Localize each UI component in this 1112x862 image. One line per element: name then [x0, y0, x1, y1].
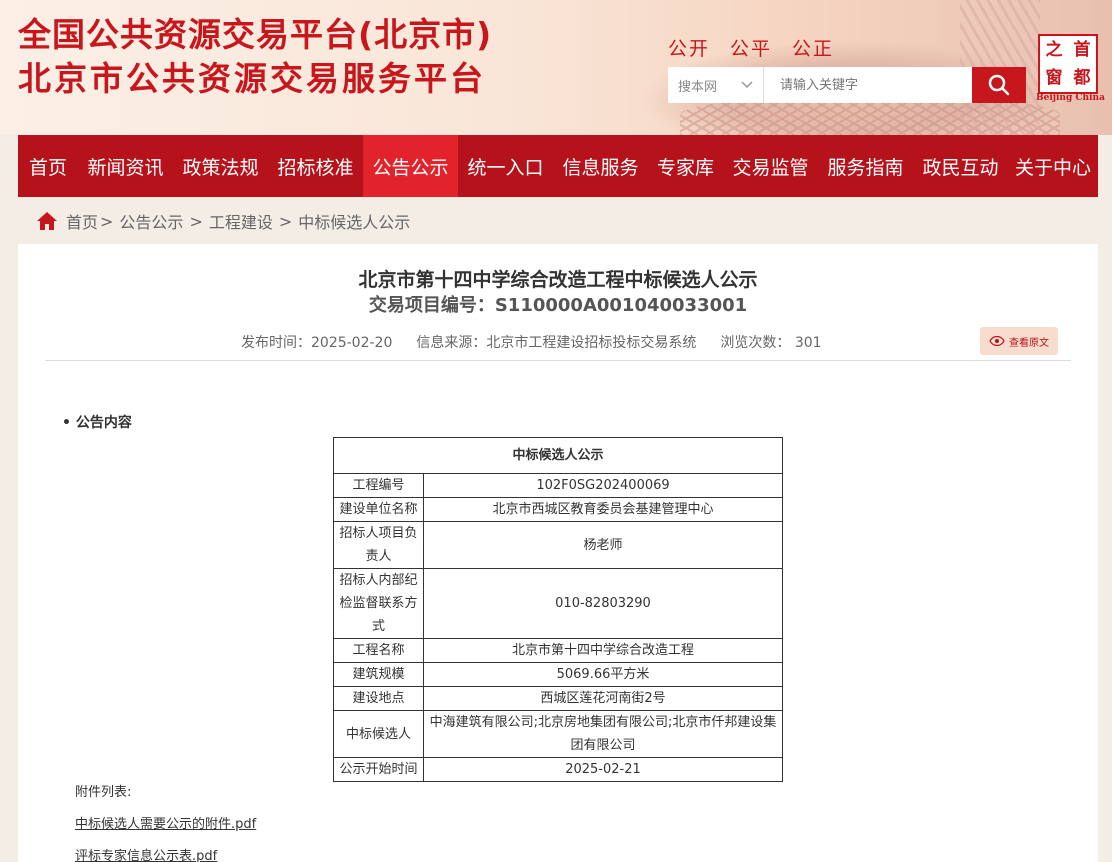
search-scope-select[interactable]: 搜本网 — [668, 67, 764, 103]
slogan-fair: 公平 — [730, 38, 773, 60]
row-value: 杨老师 — [423, 521, 783, 569]
nav-news[interactable]: 新闻资讯 — [78, 135, 173, 197]
logo-char: 窗 — [1045, 67, 1063, 88]
breadcrumb: 首页 > 公告公示 > 工程建设 > 中标候选人公示 — [36, 208, 410, 234]
nav-home[interactable]: 首页 — [18, 135, 78, 197]
main-nav: 首页 新闻资讯 政策法规 招标核准 公告公示 统一入口 信息服务 专家库 交易监… — [18, 135, 1098, 197]
site-header: 全国公共资源交易平台(北京市) 北京市公共资源交易服务平台 公开 公平 公正 搜… — [0, 0, 1112, 135]
nav-unified-entry[interactable]: 统一入口 — [458, 135, 553, 197]
home-icon[interactable] — [36, 211, 58, 231]
nav-approval[interactable]: 招标核准 — [268, 135, 363, 197]
article-panel: 北京市第十四中学综合改造工程中标候选人公示 交易项目编号：S110000A001… — [18, 244, 1098, 862]
row-value: 5069.66平方米 — [423, 662, 783, 687]
table-row: 中标候选人 中海建筑有限公司;北京房地集团有限公司;北京市仟邦建设集团有限公司 — [333, 710, 783, 758]
breadcrumb-sep: > — [100, 211, 114, 231]
view-original-label: 查看原文 — [1009, 337, 1049, 349]
row-value: 中海建筑有限公司;北京房地集团有限公司;北京市仟邦建设集团有限公司 — [423, 710, 783, 758]
row-value: 2025-02-21 — [423, 757, 783, 782]
search-bar: 搜本网 — [668, 67, 1026, 103]
row-value: 北京市西城区教育委员会基建管理中心 — [423, 497, 783, 522]
attachment-link[interactable]: 中标候选人需要公示的附件.pdf — [75, 813, 256, 832]
table-row: 招标人项目负责人 杨老师 — [333, 521, 783, 569]
row-value: 102F0SG202400069 — [423, 473, 783, 498]
row-key: 建筑规模 — [333, 662, 424, 687]
row-value: 010-82803290 — [423, 568, 783, 639]
nav-policy[interactable]: 政策法规 — [173, 135, 268, 197]
nav-announcements[interactable]: 公告公示 — [363, 135, 458, 197]
table-row: 工程编号 102F0SG202400069 — [333, 473, 783, 498]
row-key: 建设单位名称 — [333, 497, 424, 522]
logo-char: 都 — [1073, 67, 1091, 88]
candidate-table: 中标候选人公示 工程编号 102F0SG202400069 建设单位名称 北京市… — [333, 437, 783, 782]
row-key: 工程编号 — [333, 473, 424, 498]
logo-english: Beijing China — [1036, 93, 1105, 103]
search-button[interactable] — [972, 67, 1026, 103]
breadcrumb-announcements[interactable]: 公告公示 — [119, 209, 183, 233]
row-key: 招标人项目负责人 — [333, 521, 424, 569]
beijing-capital-window-logo[interactable]: 之 首 窗 都 — [1038, 34, 1098, 94]
nav-interaction[interactable]: 政民互动 — [913, 135, 1008, 197]
publish-time: 发布时间：2025-02-20 — [241, 335, 393, 351]
table-row: 建设地点 西城区莲花河南街2号 — [333, 686, 783, 711]
nav-expert-db[interactable]: 专家库 — [648, 135, 723, 197]
search-input[interactable] — [764, 67, 972, 103]
site-title-line1: 全国公共资源交易平台(北京市) — [18, 15, 493, 54]
nav-supervision[interactable]: 交易监管 — [723, 135, 818, 197]
table-header-row: 中标候选人公示 — [333, 437, 783, 474]
table-row: 工程名称 北京市第十四中学综合改造工程 — [333, 638, 783, 663]
search-scope-label: 搜本网 — [678, 79, 718, 95]
search-icon — [988, 74, 1010, 96]
breadcrumb-construction[interactable]: 工程建设 — [209, 209, 273, 233]
info-source: 信息来源：北京市工程建设招标投标交易系统 — [416, 335, 697, 351]
view-count: 浏览次数： 301 — [720, 335, 822, 351]
logo-char: 首 — [1073, 39, 1091, 60]
breadcrumb-sep: > — [278, 211, 293, 231]
section-label: • 公告内容 — [62, 415, 132, 431]
row-key: 中标候选人 — [333, 710, 424, 758]
row-value: 北京市第十四中学综合改造工程 — [423, 638, 783, 663]
slogan-open: 公开 — [668, 38, 711, 60]
article-meta: 发布时间：2025-02-20 信息来源：北京市工程建设招标投标交易系统 浏览次… — [241, 332, 822, 352]
logo-char: 之 — [1045, 39, 1063, 60]
table-row: 建设单位名称 北京市西城区教育委员会基建管理中心 — [333, 497, 783, 522]
breadcrumb-home[interactable]: 首页 — [66, 209, 98, 233]
table-row: 招标人内部纪检监督联系方式 010-82803290 — [333, 568, 783, 639]
row-key: 建设地点 — [333, 686, 424, 711]
row-value: 西城区莲花河南街2号 — [423, 686, 783, 711]
attachment-link[interactable]: 评标专家信息公示表.pdf — [75, 845, 217, 862]
breadcrumb-current: 中标候选人公示 — [298, 213, 411, 232]
view-original-button[interactable]: 查看原文 — [980, 327, 1058, 355]
table-row: 公示开始时间 2025-02-21 — [333, 757, 783, 782]
nav-guide[interactable]: 服务指南 — [818, 135, 913, 197]
attachments-label: 附件列表: — [75, 785, 132, 800]
site-title[interactable]: 全国公共资源交易平台(北京市) 北京市公共资源交易服务平台 — [18, 13, 492, 101]
nav-about[interactable]: 关于中心 — [1008, 135, 1098, 197]
eye-icon — [989, 336, 1005, 346]
table-header: 中标候选人公示 — [333, 437, 783, 474]
site-title-line2: 北京市公共资源交易服务平台 — [18, 59, 486, 98]
table-row: 建筑规模 5069.66平方米 — [333, 662, 783, 687]
breadcrumb-sep: > — [189, 211, 203, 231]
divider — [45, 360, 1071, 361]
row-key: 公示开始时间 — [333, 757, 424, 782]
row-key: 工程名称 — [333, 638, 424, 663]
slogan-just: 公正 — [792, 38, 835, 60]
project-number: 交易项目编号：S110000A001040033001 — [368, 295, 748, 316]
article-title: 北京市第十四中学综合改造工程中标候选人公示 — [358, 269, 758, 291]
chevron-down-icon — [741, 81, 753, 89]
row-key: 招标人内部纪检监督联系方式 — [333, 568, 424, 639]
nav-info-service[interactable]: 信息服务 — [553, 135, 648, 197]
slogans: 公开 公平 公正 — [668, 34, 834, 61]
